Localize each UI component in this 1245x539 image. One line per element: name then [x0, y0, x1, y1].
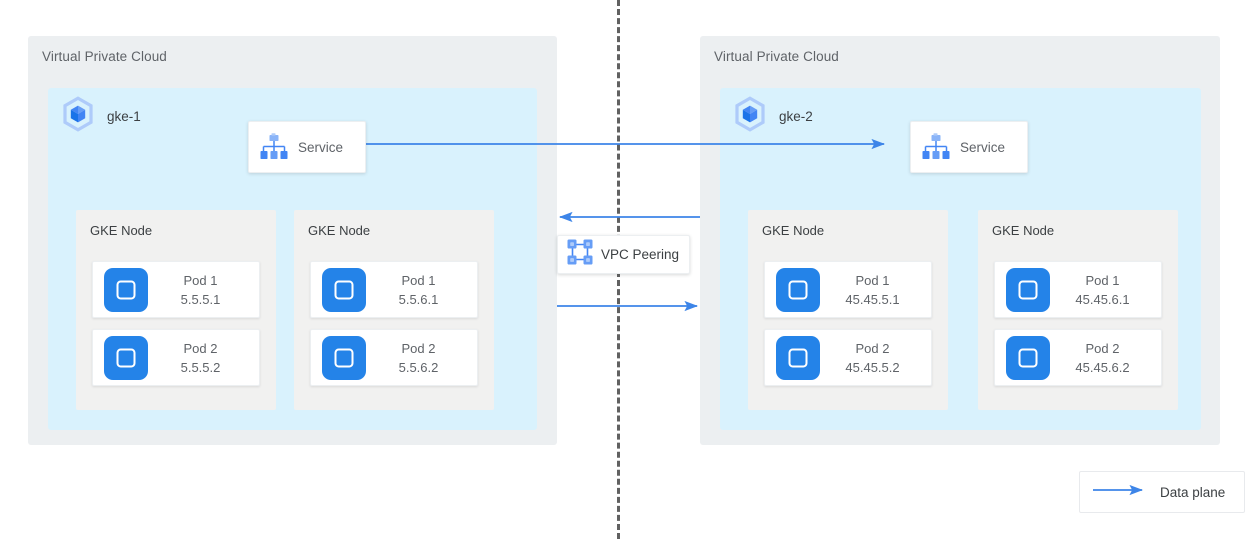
vpc-container-right: Virtual Private Cloud gke-2 Service GKE …: [700, 36, 1220, 445]
pod-title: Pod 2: [401, 340, 436, 356]
service-chip-label-gke-2: Service: [960, 139, 1006, 155]
pod-icon: [322, 335, 366, 380]
gke-node-panel-2: GKE Node Pod 1 5.5.6.1 Pod 2 5.5.6.2: [294, 210, 494, 410]
pod-ip: 5.5.6.1: [398, 291, 439, 307]
legend-label: Data plane: [1160, 484, 1226, 500]
pod-icon: [1006, 267, 1050, 312]
pod-icon: [776, 335, 820, 380]
cluster-header-gke-2: gke-2: [732, 96, 813, 137]
vpc-container-left: Virtual Private Cloud gke-1 Service GKE …: [28, 36, 557, 445]
pod-ip: 5.5.6.2: [398, 359, 439, 375]
pod-text: Pod 1 45.45.5.1: [820, 271, 931, 309]
vpc-label-left: Virtual Private Cloud: [42, 49, 167, 64]
diagram-canvas: Virtual Private Cloud gke-1 Service GKE …: [0, 0, 1245, 539]
gke-node-panel-4: GKE Node Pod 1 45.45.6.1 Pod 2 45.45.6.2: [978, 210, 1178, 410]
pod-title: Pod 1: [183, 272, 218, 288]
arrow-right-icon: [1092, 483, 1150, 501]
pod-text: Pod 2 5.5.6.2: [366, 339, 477, 377]
vpc-peering-icon: [566, 238, 594, 271]
pod-ip: 5.5.5.1: [180, 291, 221, 307]
pod-text: Pod 1 45.45.6.1: [1050, 271, 1161, 309]
gke-node-label-4: GKE Node: [992, 223, 1055, 238]
gke-cluster-icon: [732, 96, 768, 137]
pod-card[interactable]: Pod 1 45.45.6.1: [994, 261, 1162, 318]
pod-title: Pod 1: [855, 272, 890, 288]
pod-card[interactable]: Pod 2 45.45.5.2: [764, 329, 932, 386]
pod-title: Pod 1: [401, 272, 436, 288]
cluster-name-gke-2: gke-2: [779, 109, 813, 124]
cluster-header-gke-1: gke-1: [60, 96, 141, 137]
pod-title: Pod 2: [1085, 340, 1120, 356]
pod-ip: 5.5.5.2: [180, 359, 221, 375]
pod-ip: 45.45.5.2: [845, 359, 900, 375]
gke-node-label-2: GKE Node: [308, 223, 371, 238]
pod-card[interactable]: Pod 1 5.5.5.1: [92, 261, 260, 318]
cluster-name-gke-1: gke-1: [107, 109, 141, 124]
service-chip-gke-2[interactable]: Service: [910, 121, 1028, 173]
gke-node-panel-3: GKE Node Pod 1 45.45.5.1 Pod 2 45.45.5.2: [748, 210, 948, 410]
pod-text: Pod 2 5.5.5.2: [148, 339, 259, 377]
gke-node-panel-1: GKE Node Pod 1 5.5.5.1 Pod 2 5.5.5.2: [76, 210, 276, 410]
cluster-panel-gke-1: gke-1 Service GKE Node Pod 1 5.5.5.1 Pod…: [48, 88, 537, 430]
service-hierarchy-icon: [921, 132, 951, 162]
pod-text: Pod 1 5.5.6.1: [366, 271, 477, 309]
pod-title: Pod 2: [855, 340, 890, 356]
pod-icon: [776, 267, 820, 312]
pod-ip: 45.45.5.1: [845, 291, 900, 307]
vpc-peering-label: VPC Peering: [601, 247, 680, 262]
pod-title: Pod 2: [183, 340, 218, 356]
pod-icon: [104, 267, 148, 312]
gke-node-label-3: GKE Node: [762, 223, 825, 238]
vpc-peering-chip[interactable]: VPC Peering: [557, 235, 691, 274]
pod-icon: [1006, 335, 1050, 380]
vpc-label-right: Virtual Private Cloud: [714, 49, 839, 64]
legend-data-plane: Data plane: [1079, 471, 1245, 513]
pod-icon: [322, 267, 366, 312]
pod-icon: [104, 335, 148, 380]
pod-text: Pod 1 5.5.5.1: [148, 271, 259, 309]
pod-card[interactable]: Pod 2 5.5.6.2: [310, 329, 478, 386]
pod-ip: 45.45.6.1: [1075, 291, 1130, 307]
cluster-panel-gke-2: gke-2 Service GKE Node Pod 1 45.45.5.1 P…: [720, 88, 1201, 430]
pod-title: Pod 1: [1085, 272, 1120, 288]
pod-card[interactable]: Pod 2 45.45.6.2: [994, 329, 1162, 386]
pod-text: Pod 2 45.45.5.2: [820, 339, 931, 377]
gke-node-label-1: GKE Node: [90, 223, 153, 238]
service-chip-gke-1[interactable]: Service: [248, 121, 366, 173]
pod-card[interactable]: Pod 1 5.5.6.1: [310, 261, 478, 318]
pod-text: Pod 2 45.45.6.2: [1050, 339, 1161, 377]
service-chip-label-gke-1: Service: [298, 139, 344, 155]
pod-ip: 45.45.6.2: [1075, 359, 1130, 375]
pod-card[interactable]: Pod 2 5.5.5.2: [92, 329, 260, 386]
pod-card[interactable]: Pod 1 45.45.5.1: [764, 261, 932, 318]
gke-cluster-icon: [60, 96, 96, 137]
service-hierarchy-icon: [259, 132, 289, 162]
